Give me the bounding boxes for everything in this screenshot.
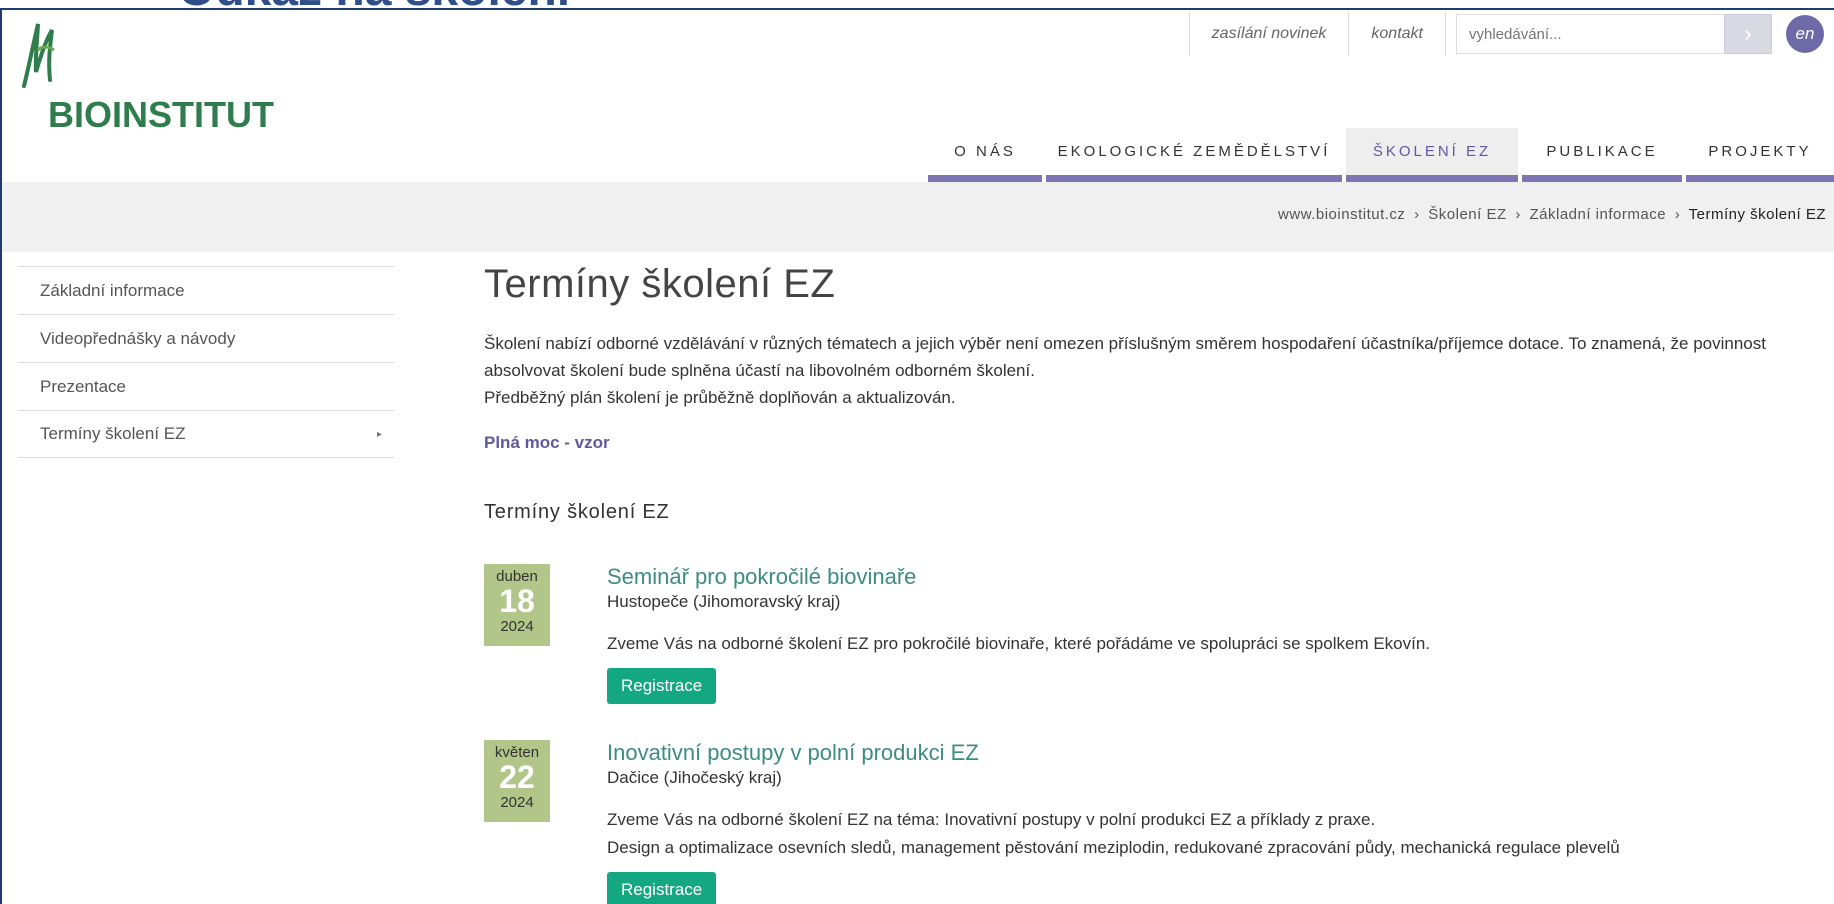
event-date-badge: duben 18 2024 [484,564,550,646]
event-description-line: Design a optimalizace osevních sledů, ma… [607,838,1620,857]
sidebar-item-label: Termíny školení EZ [40,424,186,443]
register-button[interactable]: Registrace [607,668,717,704]
sidebar-item-label: Videopřednášky a návody [40,328,236,348]
breadcrumb-current: Termíny školení EZ [1688,206,1826,223]
breadcrumb-separator: › [1674,206,1681,223]
contact-link[interactable]: kontakt [1348,12,1445,56]
event-item: duben 18 2024 Seminář pro pokročilé biov… [484,564,1824,704]
nav-item-projekty[interactable]: PROJEKTY [1686,128,1834,182]
sidebar-item-label: Základní informace [40,280,185,300]
event-description-line: Zveme Vás na odborné školení EZ na téma:… [607,810,1376,829]
section-heading: Termíny školení EZ [484,501,670,523]
sidebar-menu: Základní informace Videopřednášky a návo… [18,266,394,458]
event-title-link[interactable]: Seminář pro pokročilé biovinaře [607,564,1824,592]
intro-note: Předběžný plán školení je průběžně doplň… [484,388,956,407]
event-day: 22 [499,759,535,795]
sidebar-item-videoprednasky[interactable]: Videopřednášky a návody [18,314,394,362]
utility-bar: zasílání novinek kontakt › en [1188,12,1834,56]
nav-item-publikace[interactable]: PUBLIKACE [1522,128,1682,182]
sidebar-item-zakladni-informace[interactable]: Základní informace [18,266,394,314]
breadcrumb: www.bioinstitut.cz › Školení EZ › Základ… [1278,206,1826,223]
event-description: Zveme Vás na odborné školení EZ na téma:… [607,806,1824,862]
sidebar-item-terminy-skoleni[interactable]: Termíny školení EZ ▸ [18,410,394,458]
search-input[interactable] [1456,14,1724,54]
breadcrumb-bar: www.bioinstitut.cz › Školení EZ › Základ… [2,182,1834,252]
breadcrumb-separator: › [1414,206,1420,223]
language-switch-button[interactable]: en [1786,15,1824,53]
main-content: Termíny školení EZ Školení nabízí odborn… [484,262,1824,904]
search-submit-button[interactable]: › [1724,14,1772,54]
intro-paragraph: Školení nabízí odborné vzdělávání v různ… [484,334,1766,380]
power-of-attorney-link[interactable]: Plná moc - vzor [484,433,610,453]
breadcrumb-separator: › [1515,206,1521,223]
event-location: Dačice (Jihočeský kraj) [607,768,782,787]
breadcrumb-skoleni[interactable]: Školení EZ [1428,206,1506,223]
event-description: Zveme Vás na odborné školení EZ pro pokr… [607,634,1431,653]
chevron-right-icon: ▸ [376,428,382,440]
event-month: duben [496,568,538,585]
logo-text: BIOINSTITUT [48,94,274,135]
nav-item-ekologicke-zemedelstvi[interactable]: EKOLOGICKÉ ZEMĚDĚLSTVÍ [1046,128,1342,182]
nav-item-skoleni-ez[interactable]: ŠKOLENÍ EZ [1346,128,1518,182]
newsletter-link[interactable]: zasílání novinek [1188,12,1349,56]
search-form: › [1445,12,1772,56]
sidebar-item-prezentace[interactable]: Prezentace [18,362,394,410]
event-month: květen [494,744,540,761]
event-date-badge: květen 22 2024 [484,740,550,822]
breadcrumb-zakladni-informace[interactable]: Základní informace [1529,206,1666,223]
browser-frame: BIOINSTITUT zasílání novinek kontakt › e… [0,8,1834,904]
site-logo[interactable]: BIOINSTITUT [18,20,288,135]
event-year: 2024 [500,618,534,635]
event-day: 18 [499,583,535,619]
event-year: 2024 [500,794,534,811]
logo-mark-icon [22,23,55,88]
event-item: květen 22 2024 Inovativní postupy v poln… [484,740,1824,904]
event-location: Hustopeče (Jihomoravský kraj) [607,592,841,611]
sidebar-item-label: Prezentace [40,376,126,396]
event-title-link[interactable]: Inovativní postupy v polní produkci EZ [607,740,1824,768]
register-button[interactable]: Registrace [607,872,717,904]
page-title: Termíny školení EZ [484,262,836,306]
breadcrumb-home[interactable]: www.bioinstitut.cz [1278,206,1405,223]
main-navigation: O NÁS EKOLOGICKÉ ZEMĚDĚLSTVÍ ŠKOLENÍ EZ … [924,128,1834,182]
nav-item-o-nas[interactable]: O NÁS [928,128,1042,182]
